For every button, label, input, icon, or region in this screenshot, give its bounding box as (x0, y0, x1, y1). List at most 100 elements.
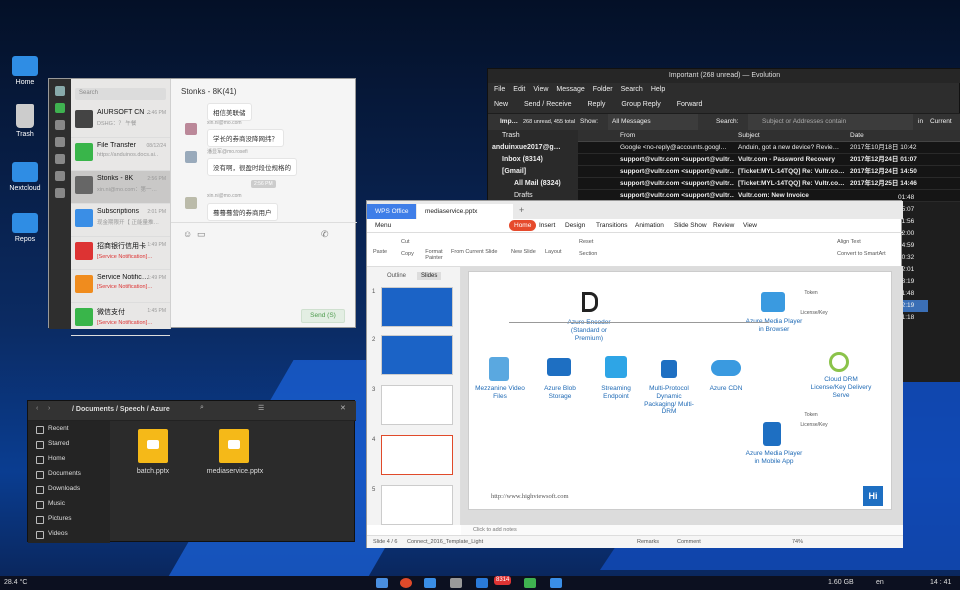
tab-slide-show[interactable]: Slide Show (674, 219, 707, 233)
comment-button[interactable]: Comment (677, 536, 701, 549)
close-icon[interactable]: ✕ (340, 404, 346, 412)
send-receive-button[interactable]: Send / Receive (524, 101, 571, 108)
favorites-icon[interactable] (55, 137, 65, 147)
reply-button[interactable]: Reply (588, 101, 606, 108)
sidebar-item-starred[interactable]: Starred (28, 436, 110, 451)
paste-button[interactable]: Paste (373, 249, 387, 255)
zoom-level[interactable]: 74% (792, 536, 803, 549)
back-icon[interactable]: ‹ (36, 405, 38, 412)
table-row[interactable]: support@vultr.com <support@vultr… [Ticket… (578, 166, 960, 178)
avatar[interactable] (55, 86, 65, 96)
desktop-icon-trash[interactable]: Trash (0, 104, 50, 138)
memory-indicator[interactable]: 1.60 GB (828, 576, 854, 590)
contacts-icon[interactable] (55, 120, 65, 130)
pptx-file-icon[interactable] (219, 429, 249, 463)
chat-icon[interactable] (55, 103, 65, 113)
tab-home[interactable]: Home (509, 220, 537, 231)
tab-view[interactable]: View (743, 219, 757, 233)
convert-smartart-button[interactable]: Convert to SmartArt (837, 251, 886, 257)
tab-wps-office[interactable]: WPS Office (367, 204, 417, 219)
new-tab-icon[interactable]: + (519, 205, 524, 215)
table-row[interactable]: support@vultr.com <support@vultr… Vultr.c… (578, 154, 960, 166)
list-item[interactable]: Service Notific… 1:49 PM [Service Notifica… (71, 270, 170, 303)
call-icon[interactable]: ✆ (321, 229, 329, 240)
slide-thumbnail[interactable] (381, 335, 453, 375)
browser-icon[interactable] (400, 578, 412, 588)
list-item[interactable]: Stonks - 8K 2:56 PM xin.ni@mo.com：第一… (71, 171, 170, 204)
search-input[interactable]: Subject or Addresses contain (748, 114, 913, 130)
file-name[interactable]: mediaservice.pptx (200, 468, 270, 475)
vscode-icon[interactable] (476, 578, 488, 588)
list-item[interactable]: AIURSOFT CN … 2:46 PM DSHG：？ 午餐 (71, 105, 170, 138)
wechat-icon[interactable] (524, 578, 536, 588)
forward-button[interactable]: Forward (677, 101, 703, 108)
desktop-icon-home[interactable]: Home (0, 56, 50, 86)
tab-insert[interactable]: Insert (539, 219, 555, 233)
list-item[interactable]: Subscriptions 2:01 PM 现金期限开【 正能量推… (71, 204, 170, 237)
terminal-icon[interactable] (450, 578, 462, 588)
show-select[interactable]: All Messages (608, 114, 698, 130)
search-icon[interactable]: ⌕ (200, 404, 204, 412)
desktop-icon-nextcloud[interactable]: Nextcloud (0, 162, 50, 192)
tab-menu[interactable]: Menu (375, 219, 391, 233)
align-text-button[interactable]: Align Text (837, 239, 861, 245)
list-item[interactable]: 微信支付 1:45 PM [Service Notification]… (71, 303, 170, 336)
menu-file[interactable]: File (494, 86, 505, 93)
tab-review[interactable]: Review (713, 219, 734, 233)
new-slide-button[interactable]: New Slide (511, 249, 536, 255)
slide-thumbnail[interactable] (381, 287, 453, 327)
group-reply-button[interactable]: Group Reply (621, 101, 660, 108)
new-button[interactable]: New (494, 101, 508, 108)
chat-search-input[interactable]: Search (75, 88, 166, 100)
files-icon[interactable] (55, 154, 65, 164)
menu-edit[interactable]: Edit (513, 86, 525, 93)
files-icon[interactable] (424, 578, 436, 588)
wps-icon[interactable] (550, 578, 562, 588)
menu-search[interactable]: Search (621, 86, 643, 93)
table-row[interactable]: Google <no-reply@accounts.googl… Anduin, … (578, 142, 960, 154)
miniprogram-icon[interactable] (55, 188, 65, 198)
pptx-file-icon[interactable] (138, 429, 168, 463)
tab-animation[interactable]: Animation (635, 219, 664, 233)
sidebar-item-recent[interactable]: Recent (28, 421, 110, 436)
sidebar-item-music[interactable]: Music (28, 496, 110, 511)
tab-design[interactable]: Design (565, 219, 585, 233)
slide-thumbnail[interactable] (381, 385, 453, 425)
sidebar-item-documents[interactable]: Documents (28, 466, 110, 481)
forward-icon[interactable]: › (48, 405, 50, 412)
slide-thumbnail[interactable] (381, 485, 453, 525)
notes-field[interactable]: Click to add notes (461, 525, 903, 535)
folder-all-mail[interactable]: All Mail (8324) (488, 178, 578, 190)
remarks-button[interactable]: Remarks (637, 536, 659, 549)
sidebar-item-downloads[interactable]: Downloads (28, 481, 110, 496)
desktop-icon-repos[interactable]: Repos (0, 213, 50, 243)
menu-icon[interactable]: ☰ (258, 404, 264, 412)
tab-transitions[interactable]: Transitions (596, 219, 628, 233)
slide-thumbnail[interactable] (381, 435, 453, 475)
weather[interactable]: 28.4 °C (4, 576, 27, 590)
file-name[interactable]: batch.pptx (128, 468, 178, 475)
sidebar-item-pictures[interactable]: Pictures (28, 511, 110, 526)
cut-button[interactable]: Cut (401, 239, 410, 245)
copy-button[interactable]: Copy (401, 251, 414, 257)
menu-folder[interactable]: Folder (593, 86, 613, 93)
folder-trash[interactable]: Trash (488, 130, 578, 142)
sidebar-item-home[interactable]: Home (28, 451, 110, 466)
app-launcher-icon[interactable] (376, 578, 388, 588)
tab-outline[interactable]: Outline (387, 273, 406, 279)
tab-mediaservice[interactable]: mediaservice.pptx (417, 204, 513, 219)
menu-view[interactable]: View (533, 86, 548, 93)
language-indicator[interactable]: en (876, 576, 884, 590)
sidebar-item-videos[interactable]: Videos (28, 526, 110, 541)
current-slide[interactable]: Azure Encoder (Standard or Premium) Mezz… (468, 271, 892, 510)
tab-slides[interactable]: Slides (417, 272, 442, 280)
section-button[interactable]: Section (579, 251, 597, 257)
list-item[interactable]: File Transfer 08/12/24 https://anduinos.do… (71, 138, 170, 171)
folder-gmail[interactable]: [Gmail] (488, 166, 578, 178)
folder-inbox[interactable]: Inbox (8314) (488, 154, 578, 166)
moments-icon[interactable] (55, 171, 65, 181)
clock[interactable]: 14 : 41 (930, 576, 951, 590)
table-row[interactable]: support@vultr.com <support@vultr… [Ticket… (578, 178, 960, 190)
list-item[interactable]: 招商银行信用卡 1:49 PM [Service Notification]… (71, 237, 170, 270)
menu-help[interactable]: Help (651, 86, 665, 93)
